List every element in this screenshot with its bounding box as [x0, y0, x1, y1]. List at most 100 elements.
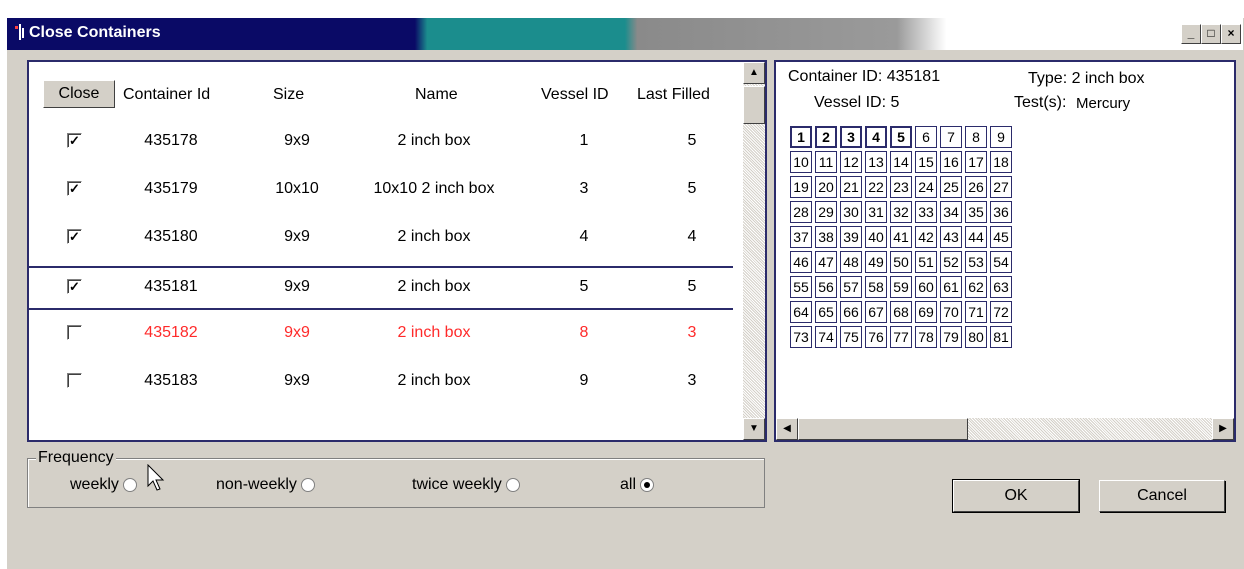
grid-cell[interactable]: 26	[965, 176, 987, 198]
scroll-up-button[interactable]: ▲	[743, 62, 765, 84]
grid-cell[interactable]: 2	[815, 126, 837, 148]
close-column-header[interactable]: Close	[43, 80, 115, 108]
table-row[interactable]: 435183 9x9 2 inch box 9 3	[29, 362, 733, 402]
grid-cell[interactable]: 43	[940, 226, 962, 248]
grid-cell[interactable]: 6	[915, 126, 937, 148]
grid-cell[interactable]: 33	[915, 201, 937, 223]
grid-cell[interactable]: 48	[840, 251, 862, 273]
grid-cell[interactable]: 50	[890, 251, 912, 273]
grid-cell[interactable]: 11	[815, 151, 837, 173]
grid-cell[interactable]: 19	[790, 176, 812, 198]
grid-cell[interactable]: 34	[940, 201, 962, 223]
horizontal-scroll-thumb[interactable]	[798, 418, 968, 440]
grid-cell[interactable]: 8	[965, 126, 987, 148]
scroll-right-button[interactable]: ▶	[1212, 418, 1234, 440]
ok-button[interactable]: OK	[952, 479, 1080, 513]
table-row[interactable]: ✓ 435179 10x10 10x10 2 inch box 3 5	[29, 170, 733, 210]
grid-cell[interactable]: 29	[815, 201, 837, 223]
table-vertical-scrollbar[interactable]: ▲ ▼	[743, 62, 765, 440]
grid-cell[interactable]: 78	[915, 326, 937, 348]
grid-cell[interactable]: 7	[940, 126, 962, 148]
grid-cell[interactable]: 62	[965, 276, 987, 298]
grid-cell[interactable]: 65	[815, 301, 837, 323]
grid-cell[interactable]: 14	[890, 151, 912, 173]
grid-cell[interactable]: 66	[840, 301, 862, 323]
scroll-left-button[interactable]: ◀	[776, 418, 798, 440]
grid-cell[interactable]: 13	[865, 151, 887, 173]
scroll-down-button[interactable]: ▼	[743, 418, 765, 440]
grid-cell[interactable]: 32	[890, 201, 912, 223]
grid-cell[interactable]: 27	[990, 176, 1012, 198]
close-checkbox[interactable]: ✓	[67, 229, 82, 244]
radio-button[interactable]	[505, 477, 520, 492]
grid-cell[interactable]: 36	[990, 201, 1012, 223]
close-checkbox[interactable]: ✓	[67, 181, 82, 196]
grid-cell[interactable]: 38	[815, 226, 837, 248]
grid-cell[interactable]: 81	[990, 326, 1012, 348]
grid-cell[interactable]: 18	[990, 151, 1012, 173]
grid-cell[interactable]: 74	[815, 326, 837, 348]
scroll-thumb[interactable]	[743, 86, 765, 124]
grid-cell[interactable]: 1	[790, 126, 812, 148]
detail-horizontal-scrollbar[interactable]: ◀ ▶	[776, 418, 1234, 440]
grid-cell[interactable]: 71	[965, 301, 987, 323]
grid-cell[interactable]: 79	[940, 326, 962, 348]
grid-cell[interactable]: 17	[965, 151, 987, 173]
grid-cell[interactable]: 64	[790, 301, 812, 323]
grid-cell[interactable]: 20	[815, 176, 837, 198]
close-window-button[interactable]: ×	[1221, 24, 1241, 44]
grid-cell[interactable]: 44	[965, 226, 987, 248]
grid-cell[interactable]: 67	[865, 301, 887, 323]
table-row[interactable]: ✓ 435178 9x9 2 inch box 1 5	[29, 122, 733, 162]
close-checkbox[interactable]	[67, 373, 82, 388]
grid-cell[interactable]: 80	[965, 326, 987, 348]
grid-cell[interactable]: 55	[790, 276, 812, 298]
grid-cell[interactable]: 9	[990, 126, 1012, 148]
grid-cell[interactable]: 59	[890, 276, 912, 298]
grid-cell[interactable]: 39	[840, 226, 862, 248]
close-checkbox[interactable]: ✓	[67, 279, 82, 294]
radio-button[interactable]	[640, 477, 655, 492]
grid-cell[interactable]: 72	[990, 301, 1012, 323]
grid-cell[interactable]: 12	[840, 151, 862, 173]
grid-cell[interactable]: 63	[990, 276, 1012, 298]
table-row[interactable]: ✓ 435181 9x9 2 inch box 5 5	[27, 266, 733, 310]
grid-cell[interactable]: 5	[890, 126, 912, 148]
grid-cell[interactable]: 70	[940, 301, 962, 323]
grid-cell[interactable]: 37	[790, 226, 812, 248]
frequency-option-weekly[interactable]: weekly	[70, 476, 137, 494]
grid-cell[interactable]: 68	[890, 301, 912, 323]
grid-cell[interactable]: 47	[815, 251, 837, 273]
grid-cell[interactable]: 57	[840, 276, 862, 298]
grid-cell[interactable]: 15	[915, 151, 937, 173]
grid-cell[interactable]: 28	[790, 201, 812, 223]
minimize-button[interactable]: _	[1181, 24, 1201, 44]
close-checkbox[interactable]: ✓	[67, 133, 82, 148]
grid-cell[interactable]: 31	[865, 201, 887, 223]
title-bar[interactable]: Close Containers _ □ ×	[7, 18, 1243, 50]
grid-cell[interactable]: 16	[940, 151, 962, 173]
grid-cell[interactable]: 22	[865, 176, 887, 198]
grid-cell[interactable]: 56	[815, 276, 837, 298]
grid-cell[interactable]: 58	[865, 276, 887, 298]
table-row[interactable]: ✓ 435180 9x9 2 inch box 4 4	[29, 218, 733, 258]
grid-cell[interactable]: 49	[865, 251, 887, 273]
grid-cell[interactable]: 42	[915, 226, 937, 248]
grid-cell[interactable]: 77	[890, 326, 912, 348]
grid-cell[interactable]: 46	[790, 251, 812, 273]
grid-cell[interactable]: 54	[990, 251, 1012, 273]
frequency-option-all[interactable]: all	[620, 476, 655, 494]
table-row[interactable]: 435182 9x9 2 inch box 8 3	[29, 314, 733, 354]
grid-cell[interactable]: 21	[840, 176, 862, 198]
grid-cell[interactable]: 30	[840, 201, 862, 223]
grid-cell[interactable]: 24	[915, 176, 937, 198]
grid-cell[interactable]: 51	[915, 251, 937, 273]
grid-cell[interactable]: 53	[965, 251, 987, 273]
grid-cell[interactable]: 41	[890, 226, 912, 248]
grid-cell[interactable]: 73	[790, 326, 812, 348]
grid-cell[interactable]: 35	[965, 201, 987, 223]
grid-cell[interactable]: 75	[840, 326, 862, 348]
grid-cell[interactable]: 4	[865, 126, 887, 148]
grid-cell[interactable]: 61	[940, 276, 962, 298]
maximize-button[interactable]: □	[1201, 24, 1221, 44]
